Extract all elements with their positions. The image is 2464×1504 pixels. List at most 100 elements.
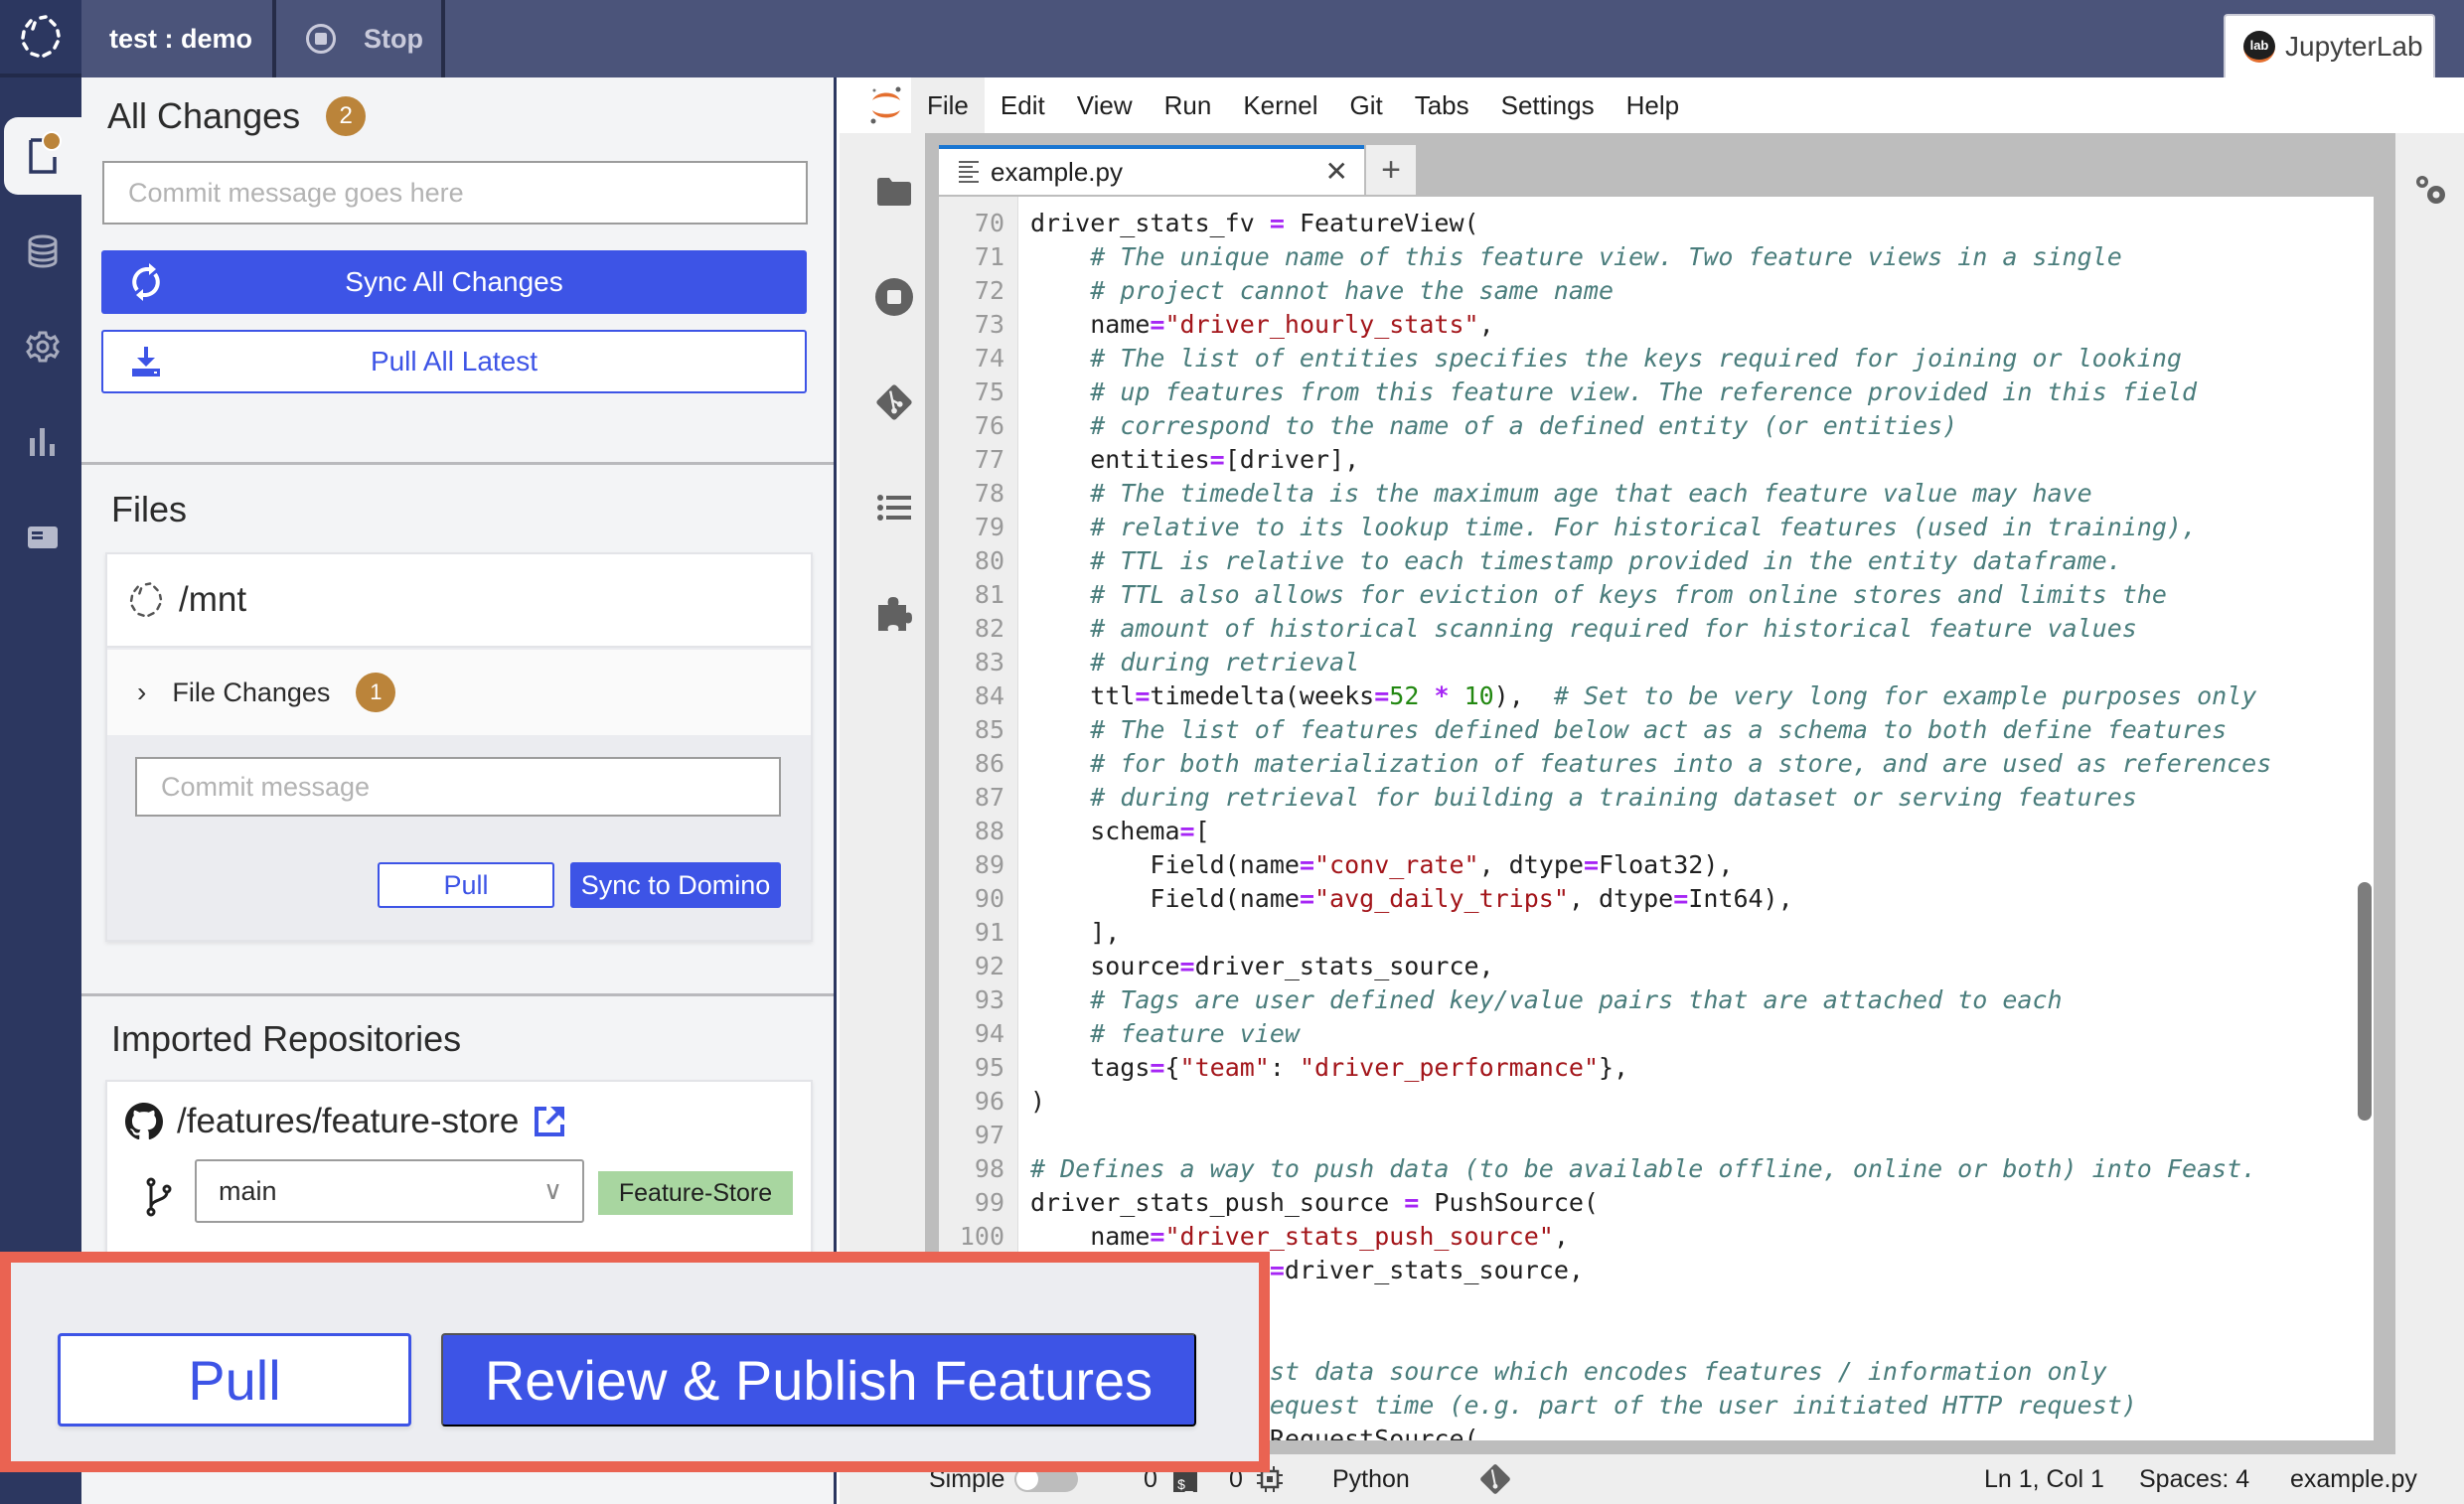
tab-example-py[interactable]: example.py ✕ [939, 145, 1364, 195]
line-source: # during retrieval for building a traini… [1090, 783, 2137, 812]
line-source: Field(name="conv_rate", dtype=Float32), [1030, 850, 1734, 879]
database-icon [28, 234, 58, 268]
code-line: 76 # correspond to the name of a defined… [939, 409, 2374, 443]
code-line: 72 # project cannot have the same name [939, 274, 2374, 308]
line-number: 93 [974, 985, 1004, 1014]
code-line: 87 # during retrieval for building a tra… [939, 781, 2374, 815]
rail-data[interactable] [4, 213, 81, 290]
jupyterlab-tab[interactable]: lab JupyterLab [2224, 14, 2435, 77]
section-divider [81, 462, 834, 465]
branch-select[interactable]: main ∨ [195, 1159, 584, 1223]
file-changes-label: File Changes [172, 677, 331, 707]
menu-kernel[interactable]: Kernel [1227, 77, 1333, 133]
list-icon [877, 495, 911, 521]
status-filename-label: example.py [2290, 1464, 2417, 1493]
code-line: 83 # during retrieval [939, 646, 2374, 679]
file-changes-row[interactable]: › File Changes 1 [107, 650, 811, 735]
line-number: 87 [974, 783, 1004, 812]
line-number: 71 [974, 242, 1004, 271]
external-link-icon[interactable] [533, 1105, 566, 1138]
menu-view[interactable]: View [1061, 77, 1149, 133]
repo-tag-badge: Feature-Store [598, 1171, 793, 1215]
code-line: 91 ], [939, 916, 2374, 950]
mnt-commit-message-input[interactable] [135, 757, 781, 817]
code-line: 88 schema=[ [939, 815, 2374, 848]
git-panel-button[interactable] [875, 383, 913, 421]
branch-select-value: main [219, 1175, 277, 1206]
imported-repos-title: Imported Repositories [111, 1018, 462, 1059]
section-divider [81, 993, 834, 996]
menu-git[interactable]: Git [1333, 77, 1398, 133]
close-tab-icon[interactable]: ✕ [1325, 155, 1348, 188]
sync-to-domino-button[interactable]: Sync to Domino [570, 862, 781, 908]
line-number: 84 [974, 681, 1004, 710]
editor-scrollbar[interactable] [2358, 882, 2372, 1121]
git-branch-icon [146, 1177, 172, 1217]
menu-file[interactable]: File [911, 77, 985, 133]
pull-button-label: Pull [188, 1348, 281, 1412]
indentation-setting[interactable]: Spaces: 4 [2139, 1465, 2249, 1494]
line-source: # The list of features defined below act… [1090, 715, 2228, 744]
menu-settings[interactable]: Settings [1485, 77, 1611, 133]
download-icon [132, 347, 160, 376]
git-status-icon[interactable] [1479, 1463, 1511, 1495]
running-sessions-button[interactable] [875, 278, 913, 316]
menu-run[interactable]: Run [1149, 77, 1228, 133]
all-changes-header: All Changes 2 [107, 95, 367, 137]
table-of-contents-button[interactable] [875, 489, 913, 526]
mnt-pull-button[interactable]: Pull [378, 862, 554, 908]
line-number: 99 [974, 1188, 1004, 1217]
pull-all-latest-button[interactable]: Pull All Latest [101, 330, 807, 393]
language-indicator[interactable]: Python [1332, 1465, 1410, 1494]
review-publish-features-button[interactable]: Review & Publish Features [441, 1333, 1196, 1427]
code-line: 79 # relative to its lookup time. For hi… [939, 511, 2374, 544]
line-number: 70 [974, 209, 1004, 237]
pull-button[interactable]: Pull [58, 1333, 411, 1427]
code-line: 90 Field(name="avg_daily_trips", dtype=I… [939, 882, 2374, 916]
menu-help[interactable]: Help [1611, 77, 1695, 133]
new-launcher-button[interactable]: + [1366, 145, 1416, 195]
repo-header: /features/feature-store [125, 1102, 566, 1141]
files-title: Files [111, 489, 188, 529]
sync-to-domino-label: Sync to Domino [580, 869, 771, 900]
plus-icon: + [1381, 150, 1401, 189]
domino-logo[interactable] [0, 0, 81, 77]
indentation-label: Spaces: 4 [2139, 1464, 2250, 1493]
menu-tabs[interactable]: Tabs [1399, 77, 1485, 133]
extension-manager-button[interactable] [875, 594, 913, 632]
line-source: tags={"team": "driver_performance"}, [1030, 1053, 1629, 1082]
rail-charts[interactable] [4, 403, 81, 481]
file-browser-button[interactable] [875, 173, 913, 211]
menu-bar: File Edit View Run Kernel Git Tabs Setti… [840, 77, 2464, 133]
highlighted-action-bar: Pull Review & Publish Features [0, 1252, 1270, 1472]
line-source: # amount of historical scanning required… [1090, 614, 2137, 643]
puzzle-icon [878, 597, 912, 631]
line-source: ], [1030, 918, 1121, 947]
global-commit-message-input[interactable] [102, 161, 808, 225]
rail-settings[interactable] [4, 308, 81, 385]
code-line: 84 ttl=timedelta(weeks=52 * 10), # Set t… [939, 679, 2374, 713]
stop-button[interactable]: Stop [276, 0, 445, 77]
chevron-down-icon: ∨ [542, 1175, 562, 1205]
rail-file-changes[interactable] [4, 117, 81, 195]
line-source: entities=[driver], [1030, 445, 1360, 474]
code-line: 70 driver_stats_fv = FeatureView( [939, 207, 2374, 240]
sync-all-changes-button[interactable]: Sync All Changes [101, 250, 807, 314]
line-number: 86 [974, 749, 1004, 778]
all-changes-title: All Changes [107, 95, 301, 136]
line-source: # correspond to the name of a defined en… [1090, 411, 1958, 440]
property-inspector-icon[interactable] [2413, 173, 2449, 207]
line-source: # during retrieval [1090, 648, 1360, 677]
line-source: schema=[ [1030, 817, 1210, 845]
rail-workspace[interactable] [4, 499, 81, 576]
line-number: 95 [974, 1053, 1004, 1082]
menu-edit[interactable]: Edit [985, 77, 1061, 133]
line-number: 92 [974, 952, 1004, 980]
line-source: ) [1030, 1087, 1046, 1116]
project-tab[interactable]: test : demo [81, 0, 276, 77]
code-line: 78 # The timedelta is the maximum age th… [939, 477, 2374, 511]
cursor-position[interactable]: Ln 1, Col 1 [1984, 1465, 2104, 1494]
cursor-position-label: Ln 1, Col 1 [1984, 1464, 2104, 1493]
line-source: ttl=timedelta(weeks=52 * 10), # Set to b… [1030, 681, 2257, 710]
bar-chart-icon [30, 428, 55, 456]
